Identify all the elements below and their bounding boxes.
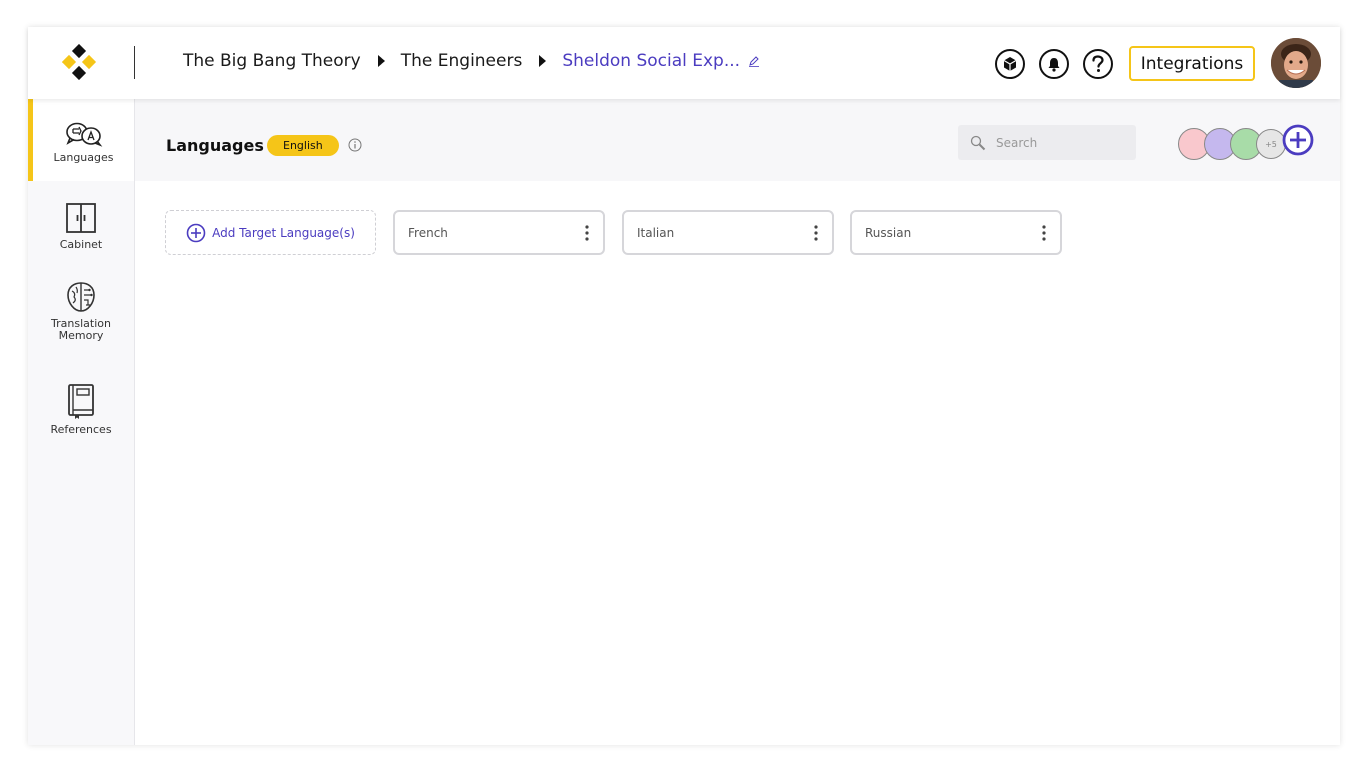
sidebar-item-label: Cabinet xyxy=(59,238,103,251)
add-target-language-label: Add Target Language(s) xyxy=(212,225,355,240)
language-card-french[interactable]: French xyxy=(393,210,605,255)
package-icon[interactable] xyxy=(995,49,1025,79)
language-name: French xyxy=(408,225,448,240)
kebab-menu-icon[interactable] xyxy=(1042,225,1046,241)
sidebar-item-label: Languages xyxy=(53,151,114,164)
breadcrumb-arrow-icon xyxy=(377,55,385,67)
breadcrumb-arrow-icon xyxy=(539,55,547,67)
help-icon[interactable] xyxy=(1083,49,1113,79)
app-logo[interactable] xyxy=(62,44,98,80)
book-icon xyxy=(68,384,94,419)
sidebar-item-cabinet[interactable]: Cabinet xyxy=(28,202,134,251)
logo-divider xyxy=(134,46,135,79)
language-card-russian[interactable]: Russian xyxy=(850,210,1062,255)
breadcrumb: The Big Bang Theory The Engineers Sheldo… xyxy=(183,51,760,71)
language-card-italian[interactable]: Italian xyxy=(622,210,834,255)
user-avatar[interactable] xyxy=(1271,38,1321,88)
integrations-button[interactable]: Integrations xyxy=(1129,46,1255,81)
search-input[interactable]: Search xyxy=(996,136,1037,150)
kebab-menu-icon[interactable] xyxy=(585,225,589,241)
brain-icon xyxy=(67,282,95,312)
sidebar-item-translation-memory[interactable]: Translation Memory xyxy=(28,281,134,342)
sidebar-item-label: References xyxy=(50,423,112,436)
app-window: The Big Bang Theory The Engineers Sheldo… xyxy=(28,27,1340,745)
sidebar: Languages Cabinet Translation Memory Ref… xyxy=(28,99,135,745)
add-member-icon[interactable] xyxy=(1282,124,1314,156)
breadcrumb-current[interactable]: Sheldon Social Exp... xyxy=(562,51,740,71)
page-title: Languages xyxy=(166,136,264,155)
language-name: Russian xyxy=(865,225,912,240)
plus-circle-icon xyxy=(186,223,206,242)
cabinet-icon xyxy=(66,203,96,233)
translate-icon xyxy=(65,122,102,147)
breadcrumb-project[interactable]: The Big Bang Theory xyxy=(183,51,361,71)
bell-icon[interactable] xyxy=(1039,49,1069,79)
add-target-language-button[interactable]: Add Target Language(s) xyxy=(165,210,376,255)
kebab-menu-icon[interactable] xyxy=(814,225,818,241)
sidebar-item-languages[interactable]: Languages xyxy=(28,99,134,181)
search-box[interactable]: Search xyxy=(958,125,1136,160)
languages-header: Languages English Search +5 xyxy=(135,99,1340,181)
source-language-badge[interactable]: English xyxy=(267,135,339,156)
sidebar-item-label: Translation Memory xyxy=(51,317,111,342)
top-icons xyxy=(995,49,1113,79)
pencil-icon[interactable] xyxy=(748,55,760,67)
breadcrumb-team[interactable]: The Engineers xyxy=(401,51,523,71)
search-icon xyxy=(970,135,986,150)
top-bar: The Big Bang Theory The Engineers Sheldo… xyxy=(28,27,1340,99)
info-icon[interactable] xyxy=(348,138,362,152)
sidebar-item-references[interactable]: References xyxy=(28,383,134,436)
language-name: Italian xyxy=(637,225,675,240)
